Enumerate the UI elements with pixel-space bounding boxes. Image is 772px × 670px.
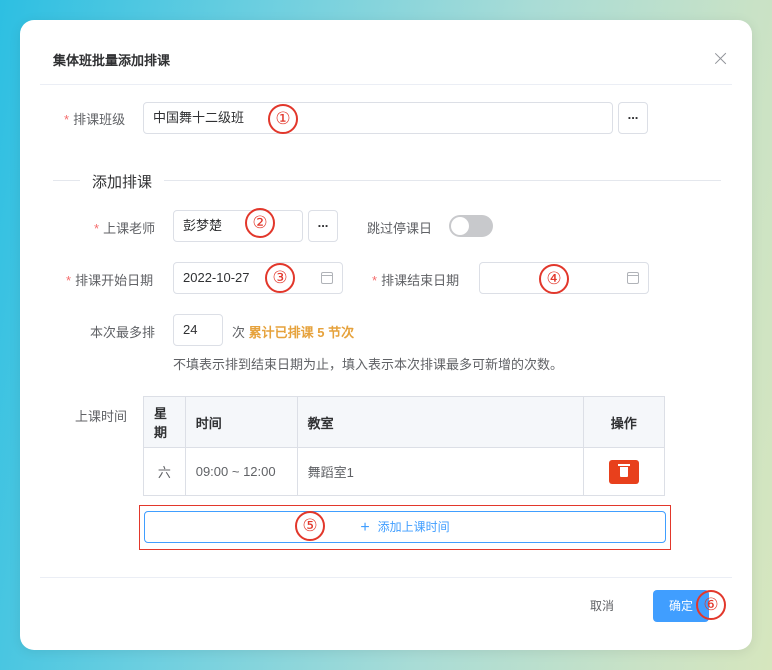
annotation-marker-2: ② — [245, 208, 275, 238]
cell-room: 舞蹈室1 — [296, 447, 584, 496]
batch-schedule-dialog: 集体班批量添加排课 * 排课班级 中国舞十二级班 ... ① 添加排课 * 上课老师… — [20, 20, 752, 650]
max-count-suffix: 次 累计已排课 5 节次 — [232, 325, 355, 340]
annotation-marker-1: ① — [268, 104, 298, 134]
table-row: 六 09:00 ~ 12:00 舞蹈室1 — [143, 447, 666, 496]
plus-icon: + — [360, 519, 370, 536]
add-class-time-button[interactable]: + 添加上课时间 — [144, 511, 666, 543]
annotation-marker-6: ⑥ — [696, 590, 726, 620]
dialog-header: 集体班批量添加排课 — [40, 20, 732, 85]
max-count-input[interactable]: 24 — [173, 314, 223, 346]
skip-holiday-label: 跳过停课日 — [367, 221, 433, 236]
add-class-time-label: 添加上课时间 — [377, 520, 450, 534]
col-weekday: 星期 — [143, 396, 186, 448]
footer-divider — [40, 577, 732, 578]
calendar-icon — [321, 272, 333, 284]
calendar-icon — [627, 272, 639, 284]
end-date-label: * 排课结束日期 — [372, 273, 460, 288]
skip-holiday-switch[interactable] — [449, 215, 493, 237]
class-time-label: 上课时间 — [75, 409, 128, 424]
start-date-input[interactable]: 2022-10-27 — [173, 262, 343, 294]
teacher-input[interactable]: 彭梦楚 — [173, 210, 303, 242]
delete-button[interactable] — [608, 459, 639, 484]
teacher-select-button[interactable]: ... — [308, 210, 338, 242]
annotation-marker-3: ③ — [265, 263, 295, 293]
table-header-row: 星期 时间 教室 操作 — [143, 396, 666, 448]
cell-weekday: 六 — [143, 447, 186, 496]
max-count-label: 本次最多排 — [90, 325, 156, 340]
annotation-marker-5: ⑤ — [295, 511, 325, 541]
class-input[interactable]: 中国舞十二级班 — [143, 102, 613, 134]
class-time-table: 星期 时间 教室 操作 六 09:00 ~ 12:00 舞蹈室1 — [143, 396, 666, 496]
col-room: 教室 — [296, 396, 584, 448]
start-date-value: 2022-10-27 — [183, 270, 250, 285]
class-select-button[interactable]: ... — [618, 102, 648, 134]
cancel-button[interactable]: 取消 — [576, 590, 628, 622]
scheduled-count: 累计已排课 5 节次 — [248, 325, 355, 340]
trash-icon — [617, 463, 630, 477]
cell-time: 09:00 ~ 12:00 — [184, 447, 298, 496]
annotation-marker-4: ④ — [539, 264, 569, 294]
section-title: 添加排课 — [80, 171, 165, 192]
add-time-highlight: + 添加上课时间 — [139, 505, 671, 550]
col-action: 操作 — [582, 396, 666, 448]
start-date-label: * 排课开始日期 — [66, 273, 154, 288]
class-label: * 排课班级 — [64, 112, 126, 127]
max-count-hint: 不填表示排到结束日期为止，填入表示本次排课最多可新增的次数。 — [173, 357, 564, 372]
col-time: 时间 — [184, 396, 298, 448]
cell-action — [582, 447, 666, 496]
dialog-title: 集体班批量添加排课 — [53, 53, 171, 68]
close-icon[interactable] — [712, 50, 730, 68]
teacher-label: * 上课老师 — [94, 221, 156, 236]
